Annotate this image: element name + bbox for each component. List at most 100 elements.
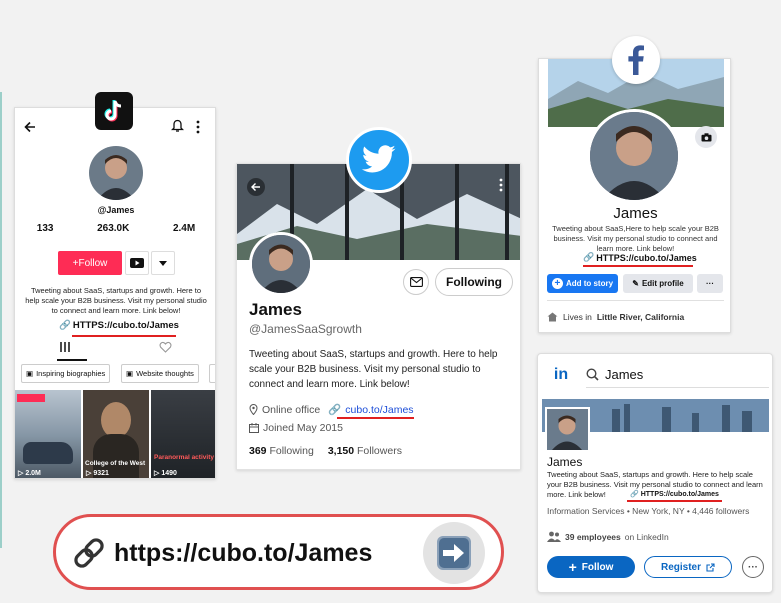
pinned-badge: [17, 394, 45, 402]
join-date: Joined May 2015: [263, 422, 343, 434]
link-icon: 🔗: [328, 404, 342, 416]
video-caption: Paranormal activity: [154, 454, 214, 461]
twitter-bird-icon: [346, 127, 412, 193]
linkedin-company-card: in James James Tweeting about SaaS, star…: [537, 353, 773, 593]
caret-down-icon: [159, 260, 167, 266]
link-highlight-underline: [337, 417, 414, 419]
people-icon: [547, 531, 561, 542]
divider: [547, 300, 724, 301]
search-input[interactable]: James: [605, 367, 643, 382]
home-icon: [547, 312, 558, 322]
video-views: ▷ 2.0M: [18, 470, 41, 477]
youtube-icon: [130, 258, 144, 268]
url-text: https://cubo.to/James: [114, 539, 373, 567]
playlist-chip[interactable]: ▣ Inspiring biographies: [21, 364, 111, 383]
company-name: James: [547, 455, 583, 469]
profile-link[interactable]: cubo.to/James: [345, 404, 413, 416]
more-button[interactable]: ···: [697, 274, 723, 293]
company-link[interactable]: 🔗 HTTPS://cubo.to/James: [630, 490, 719, 499]
chain-link-icon: [71, 536, 107, 570]
plus-icon: +: [568, 559, 577, 575]
location-pin-icon: [249, 404, 258, 415]
facebook-profile-card: James Tweeting about SaaS,Here to help s…: [538, 58, 731, 333]
lives-in-row: Lives in Little River, California: [547, 312, 684, 322]
pencil-icon: ✎: [632, 279, 639, 288]
twitter-profile-card: Following James @JamesSaaSgrowth Tweetin…: [236, 163, 521, 470]
facebook-logo-icon: [612, 36, 660, 84]
liked-videos-tab-icon[interactable]: [159, 341, 172, 353]
more-vertical-icon[interactable]: [499, 178, 503, 192]
camera-icon: [701, 132, 711, 141]
back-arrow-icon[interactable]: [247, 178, 265, 196]
profile-link-text: HTTPS://cubo.to/James: [596, 252, 697, 263]
link-url-bar[interactable]: https://cubo.to/James: [53, 514, 504, 590]
go-button[interactable]: [423, 522, 485, 584]
avatar: [249, 232, 313, 296]
dropdown-button[interactable]: [151, 251, 175, 275]
playlist-icon: ▣: [26, 369, 34, 378]
profile-stats: 133 263.0K 2.4M: [15, 223, 215, 234]
change-photo-button[interactable]: [695, 126, 717, 148]
right-arrow-icon: [437, 536, 471, 570]
video-views: ▷ 1490: [154, 470, 177, 477]
profile-location: Online office: [262, 403, 321, 416]
avatar: [89, 146, 143, 200]
company-info: Information Services • New York, NY • 4,…: [547, 506, 750, 516]
youtube-button[interactable]: [125, 251, 149, 275]
playlist-chip[interactable]: [209, 364, 215, 383]
active-tab-indicator: [57, 359, 87, 361]
message-button[interactable]: [403, 269, 429, 295]
followers-stat[interactable]: 3,150 Followers: [328, 445, 402, 457]
link-highlight-underline: [72, 335, 176, 337]
more-vertical-icon[interactable]: [196, 120, 200, 134]
profile-name: James: [613, 205, 658, 222]
profile-link[interactable]: 🔗 HTTPS://cubo.to/James: [583, 252, 697, 263]
register-button[interactable]: Register: [644, 556, 732, 578]
external-link-icon: [706, 562, 715, 572]
video-caption: College of the West: [85, 460, 146, 467]
person-face-image: [101, 402, 131, 438]
company-logo: [545, 407, 590, 452]
profile-handle: @JamesSaaSgrowth: [249, 322, 362, 336]
tiktok-logo-icon: [95, 92, 133, 130]
follow-button[interactable]: +Follow: [58, 251, 122, 275]
followers-count: 263.0K: [97, 223, 130, 234]
link-icon: 🔗: [630, 491, 639, 498]
video-thumbnail[interactable]: ▷ 2.0M: [15, 390, 81, 478]
bell-icon[interactable]: [171, 119, 184, 133]
playlist-chip[interactable]: ▣ Website thoughts: [121, 364, 199, 383]
add-to-story-button[interactable]: + Add to story: [547, 274, 618, 293]
profile-name: James: [249, 300, 302, 319]
edge-line: [0, 92, 2, 548]
profile-link[interactable]: 🔗 HTTPS://cubo.to/James: [59, 320, 179, 331]
following-stat[interactable]: 369 Following: [249, 445, 314, 457]
likes-count: 2.4M: [172, 223, 196, 234]
profile-bio: Tweeting about SaaS,Here to help scale y…: [552, 224, 719, 253]
more-button[interactable]: ···: [742, 556, 764, 578]
calendar-icon: [249, 423, 259, 433]
profile-bio: Tweeting about SaaS, startups and growth…: [25, 286, 207, 315]
avatar: [587, 109, 681, 203]
search-bar[interactable]: James: [586, 362, 769, 388]
link-icon: 🔗: [583, 252, 595, 262]
tiktok-profile-card: @James 133 263.0K 2.4M +Follow Tweeting …: [14, 107, 216, 479]
back-arrow-icon[interactable]: [23, 120, 37, 134]
edit-profile-button[interactable]: ✎ Edit profile: [623, 274, 693, 293]
plus-icon: +: [551, 278, 563, 289]
mail-icon: [409, 277, 423, 287]
link-icon: 🔗: [59, 320, 71, 331]
profile-link-text: HTTPS://cubo.to/James: [72, 320, 179, 331]
search-icon: [586, 368, 599, 381]
video-thumbnail[interactable]: Paranormal activity ▷ 1490: [151, 390, 215, 478]
playlist-icon: ▣: [126, 369, 134, 378]
following-button[interactable]: Following: [435, 268, 513, 296]
videos-grid-tab-icon[interactable]: [59, 341, 71, 353]
car-image: [23, 442, 73, 464]
video-thumbnail[interactable]: College of the West ▷ 9321: [83, 390, 149, 478]
profile-handle: @James: [97, 205, 135, 215]
profile-bio: Tweeting about SaaS, startups and growth…: [249, 349, 498, 390]
employees-row[interactable]: 39 employees on LinkedIn: [547, 531, 669, 542]
following-count: 133: [36, 223, 54, 234]
follow-button[interactable]: + Follow: [547, 556, 635, 578]
video-views: ▷ 9321: [86, 470, 109, 477]
